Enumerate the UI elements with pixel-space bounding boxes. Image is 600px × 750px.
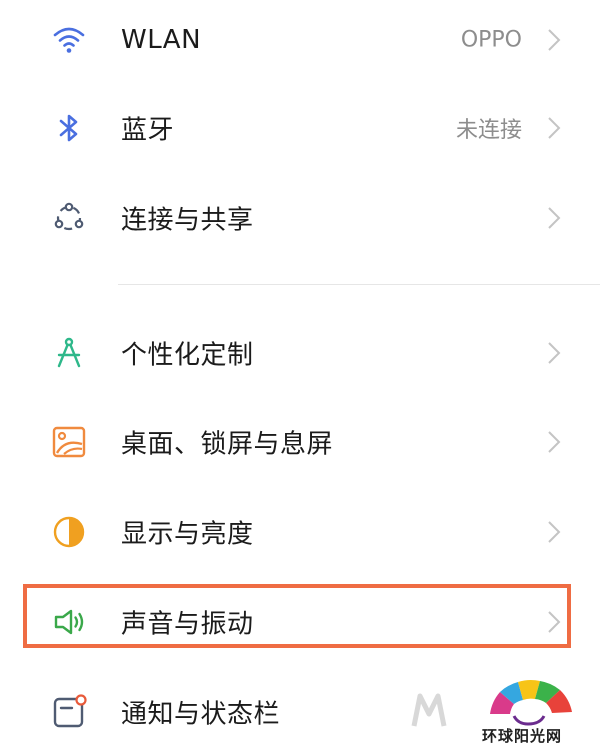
settings-item-bluetooth[interactable]: 蓝牙 未连接 bbox=[0, 84, 600, 172]
settings-item-label: 个性化定制 bbox=[121, 340, 254, 371]
settings-item-wlan[interactable]: WLAN OPPO bbox=[0, 0, 600, 84]
settings-item-value: OPPO bbox=[460, 27, 522, 53]
chevron-right-icon bbox=[546, 27, 562, 53]
settings-item-label: 显示与亮度 bbox=[121, 519, 254, 550]
wifi-icon bbox=[50, 21, 88, 59]
chevron-right-icon bbox=[546, 205, 562, 231]
chevron-right-icon bbox=[546, 519, 562, 545]
highlight-box bbox=[23, 584, 571, 648]
notification-icon bbox=[50, 693, 88, 731]
settings-item-label: 桌面、锁屏与息屏 bbox=[121, 429, 334, 460]
settings-item-label: 通知与状态栏 bbox=[121, 699, 281, 730]
settings-item-label: 蓝牙 bbox=[121, 115, 175, 146]
share-icon bbox=[50, 199, 88, 237]
settings-item-personalization[interactable]: 个性化定制 bbox=[0, 309, 600, 397]
settings-item-desktop-lockscreen[interactable]: 桌面、锁屏与息屏 bbox=[0, 398, 600, 486]
settings-item-display-brightness[interactable]: 显示与亮度 bbox=[0, 488, 600, 576]
bluetooth-icon bbox=[50, 109, 88, 147]
settings-item-connection-sharing[interactable]: 连接与共享 bbox=[0, 174, 600, 262]
section-divider bbox=[118, 284, 600, 285]
settings-item-value: 未连接 bbox=[455, 118, 522, 143]
settings-item-label: 连接与共享 bbox=[121, 205, 254, 236]
wallpaper-icon bbox=[50, 423, 88, 461]
settings-screen: WLAN OPPO 蓝牙 未连接 连接与共享 个性化定制 桌面、锁屏与息屏 显示… bbox=[0, 0, 600, 750]
watermark-text: 环球阳光网 bbox=[482, 727, 563, 745]
compass-icon bbox=[50, 334, 88, 372]
chevron-right-icon bbox=[546, 429, 562, 455]
watermark-m-logo bbox=[410, 690, 448, 730]
brightness-icon bbox=[50, 513, 88, 551]
chevron-right-icon bbox=[546, 115, 562, 141]
chevron-right-icon bbox=[546, 340, 562, 366]
settings-item-label: WLAN bbox=[121, 25, 202, 55]
